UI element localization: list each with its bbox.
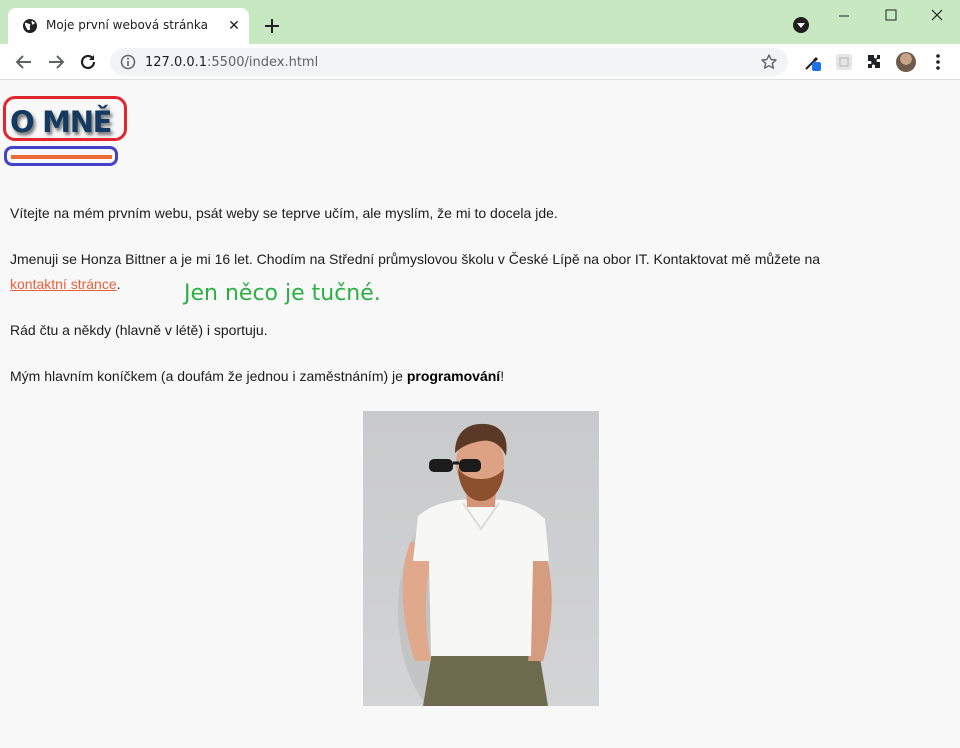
browser-titlebar: Moje první webová stránka ✕ — [0, 0, 960, 44]
puzzle-icon[interactable] — [864, 52, 884, 72]
contact-link[interactable]: kontaktní stránce — [10, 276, 117, 292]
browser-tab[interactable]: Moje první webová stránka ✕ — [8, 8, 249, 44]
profile-photo — [363, 411, 599, 706]
page-title: O MNĚ — [10, 105, 113, 139]
minimize-button[interactable] — [821, 0, 867, 32]
intro-paragraph: Vítejte na mém prvním webu, psát weby se… — [10, 205, 558, 221]
arrow-right-icon[interactable] — [45, 51, 67, 73]
info-icon[interactable] — [120, 54, 136, 70]
about-text: Jmenuji se Honza Bittner a je mi 16 let.… — [10, 251, 821, 267]
tab-close-button[interactable]: ✕ — [226, 18, 242, 34]
main-hobby-bold: programování — [406, 368, 501, 384]
main-hobby-text: Mým hlavním koníčkem (a doufám že jednou… — [10, 368, 407, 384]
man-photo-illustration — [398, 423, 552, 706]
tab-search-button[interactable] — [793, 17, 809, 33]
address-bar[interactable]: 127.0.0.1:5500/index.html — [110, 48, 788, 76]
maximize-button[interactable] — [868, 0, 914, 32]
profile-avatar[interactable] — [896, 52, 916, 72]
eyedropper-extension-icon[interactable] — [803, 52, 823, 72]
about-paragraph: Jmenuji se Honza Bittner a je mi 16 let.… — [10, 247, 820, 297]
about-end: . — [116, 276, 121, 292]
url-host: 127.0.0.1 — [145, 55, 208, 70]
star-icon[interactable] — [760, 53, 778, 71]
url-path: :5500/index.html — [207, 55, 319, 70]
web-page: O MNĚ Vítejte na mém prvním webu, psát w… — [0, 81, 960, 748]
url-text: 127.0.0.1:5500/index.html — [145, 55, 318, 70]
browser-toolbar: 127.0.0.1:5500/index.html — [0, 44, 960, 80]
reload-icon[interactable] — [77, 51, 99, 73]
title-underline — [11, 155, 112, 159]
hobbies-paragraph: Rád čtu a někdy (hlavně v létě) i sportu… — [10, 322, 268, 338]
main-hobby-paragraph: Mým hlavním koníčkem (a doufám že jednou… — [10, 364, 504, 389]
bold-note: Jen něco je tučné. — [184, 281, 381, 306]
new-tab-button[interactable] — [262, 16, 282, 36]
kebab-menu-icon[interactable] — [930, 52, 946, 72]
arrow-left-icon[interactable] — [13, 51, 35, 73]
extension-icon[interactable] — [834, 52, 854, 72]
tab-title: Moje první webová stránka — [46, 18, 208, 32]
close-window-button[interactable] — [914, 0, 960, 32]
globe-icon — [23, 19, 37, 33]
main-hobby-end: ! — [500, 368, 505, 384]
